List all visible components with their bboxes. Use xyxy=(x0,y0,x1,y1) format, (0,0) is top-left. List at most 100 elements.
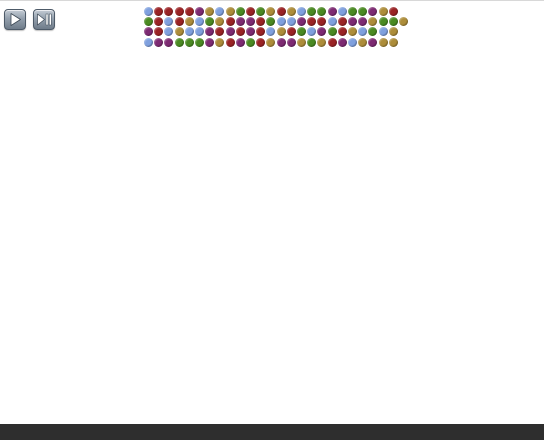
ball[interactable] xyxy=(378,27,388,37)
ball[interactable] xyxy=(358,17,368,27)
ball[interactable] xyxy=(225,37,235,47)
ball[interactable] xyxy=(327,17,337,27)
ball[interactable] xyxy=(195,17,204,27)
ball[interactable] xyxy=(297,37,306,47)
ball[interactable] xyxy=(266,7,276,16)
ball[interactable] xyxy=(297,17,306,27)
ball[interactable] xyxy=(225,17,235,27)
ball[interactable] xyxy=(195,27,204,37)
ball[interactable] xyxy=(235,27,245,37)
ball[interactable] xyxy=(266,27,276,37)
ball[interactable] xyxy=(276,7,286,16)
ball[interactable] xyxy=(337,17,347,27)
ball[interactable] xyxy=(174,27,184,37)
ball[interactable] xyxy=(246,27,255,37)
ball[interactable] xyxy=(215,27,225,37)
ball[interactable] xyxy=(286,27,296,37)
ball[interactable] xyxy=(144,7,153,16)
ball[interactable] xyxy=(286,7,296,16)
ball[interactable] xyxy=(348,27,357,37)
ball[interactable] xyxy=(154,37,164,47)
ball[interactable] xyxy=(307,27,317,37)
ball[interactable] xyxy=(205,7,215,16)
ball[interactable] xyxy=(348,7,357,16)
ball[interactable] xyxy=(388,7,398,16)
ball[interactable] xyxy=(388,37,398,47)
ball[interactable] xyxy=(154,7,164,16)
ball[interactable] xyxy=(286,37,296,47)
ball[interactable] xyxy=(337,27,347,37)
ball[interactable] xyxy=(195,7,204,16)
ball[interactable] xyxy=(215,7,225,16)
ball[interactable] xyxy=(256,17,266,27)
ball[interactable] xyxy=(317,17,327,27)
ball[interactable] xyxy=(225,7,235,16)
ball[interactable] xyxy=(184,27,194,37)
ball[interactable] xyxy=(368,17,378,27)
ball[interactable] xyxy=(256,37,266,47)
ball[interactable] xyxy=(256,7,266,16)
ball[interactable] xyxy=(378,17,388,27)
ball[interactable] xyxy=(144,27,153,37)
ball[interactable] xyxy=(205,17,215,27)
ball[interactable] xyxy=(184,37,194,47)
play-button[interactable] xyxy=(4,9,26,30)
ball[interactable] xyxy=(174,7,184,16)
ball[interactable] xyxy=(358,7,368,16)
ball[interactable] xyxy=(266,37,276,47)
ball[interactable] xyxy=(358,37,368,47)
ball[interactable] xyxy=(225,27,235,37)
ball-grid[interactable] xyxy=(144,7,408,49)
ball[interactable] xyxy=(184,7,194,16)
ball[interactable] xyxy=(358,27,368,37)
ball[interactable] xyxy=(235,17,245,27)
ball[interactable] xyxy=(164,37,174,47)
ball[interactable] xyxy=(399,17,408,27)
ball[interactable] xyxy=(246,37,255,47)
ball[interactable] xyxy=(368,7,378,16)
ball[interactable] xyxy=(388,17,398,27)
ball[interactable] xyxy=(276,17,286,27)
ball[interactable] xyxy=(368,27,378,37)
ball[interactable] xyxy=(174,17,184,27)
ball[interactable] xyxy=(307,7,317,16)
ball[interactable] xyxy=(276,27,286,37)
ball[interactable] xyxy=(174,37,184,47)
ball[interactable] xyxy=(164,7,174,16)
ball[interactable] xyxy=(317,37,327,47)
ball[interactable] xyxy=(307,17,317,27)
game-stage[interactable] xyxy=(0,0,544,424)
ball[interactable] xyxy=(144,37,153,47)
ball[interactable] xyxy=(164,27,174,37)
ball[interactable] xyxy=(368,37,378,47)
ball[interactable] xyxy=(235,37,245,47)
ball[interactable] xyxy=(317,7,327,16)
ball[interactable] xyxy=(276,37,286,47)
ball[interactable] xyxy=(164,17,174,27)
ball[interactable] xyxy=(184,17,194,27)
ball[interactable] xyxy=(378,7,388,16)
ball[interactable] xyxy=(215,37,225,47)
step-button[interactable] xyxy=(33,9,55,30)
ball[interactable] xyxy=(378,37,388,47)
ball[interactable] xyxy=(327,37,337,47)
ball[interactable] xyxy=(235,7,245,16)
ball[interactable] xyxy=(205,37,215,47)
ball[interactable] xyxy=(297,7,306,16)
ball[interactable] xyxy=(154,27,164,37)
ball[interactable] xyxy=(205,27,215,37)
ball[interactable] xyxy=(144,17,153,27)
ball[interactable] xyxy=(246,17,255,27)
ball[interactable] xyxy=(337,7,347,16)
ball[interactable] xyxy=(348,37,357,47)
ball[interactable] xyxy=(297,27,306,37)
ball[interactable] xyxy=(307,37,317,47)
ball[interactable] xyxy=(286,17,296,27)
ball[interactable] xyxy=(327,27,337,37)
ball[interactable] xyxy=(246,7,255,16)
ball[interactable] xyxy=(317,27,327,37)
ball[interactable] xyxy=(215,17,225,27)
ball[interactable] xyxy=(195,37,204,47)
ball[interactable] xyxy=(327,7,337,16)
ball[interactable] xyxy=(348,17,357,27)
